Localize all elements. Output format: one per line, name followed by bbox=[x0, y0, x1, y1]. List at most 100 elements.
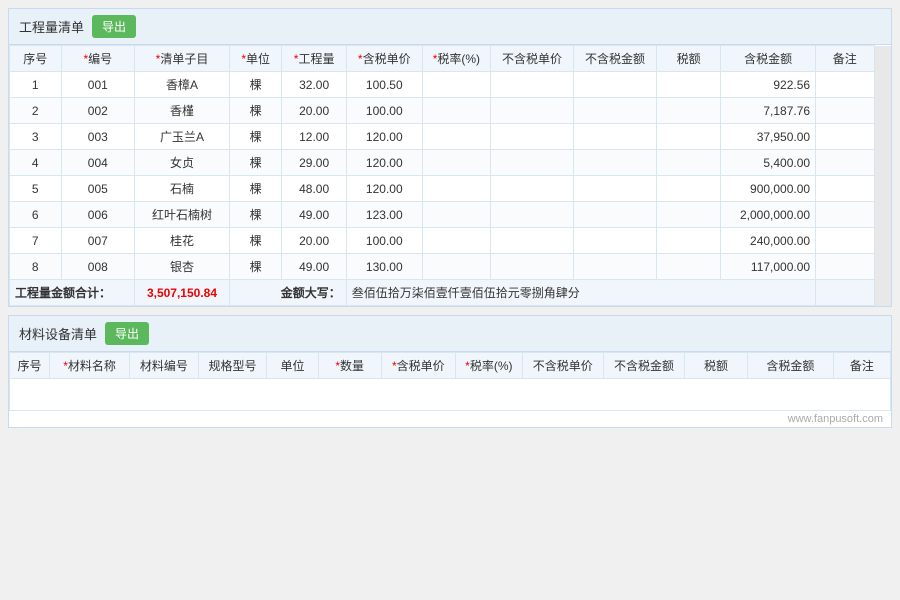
th2-matcode: 材料编号 bbox=[130, 353, 199, 379]
th-notaxamt: 不含税金额 bbox=[573, 46, 656, 72]
list-item: 49.00 bbox=[282, 254, 346, 280]
list-item: 100.00 bbox=[346, 98, 422, 124]
list-item: 8 bbox=[10, 254, 62, 280]
th-taxrate: *税率(%) bbox=[422, 46, 490, 72]
list-item: 4 bbox=[10, 150, 62, 176]
list-item: 100.00 bbox=[346, 228, 422, 254]
footer-total: 3,507,150.84 bbox=[135, 280, 230, 306]
list-item bbox=[816, 228, 874, 254]
scrollbar-cell bbox=[874, 150, 890, 176]
th2-taxrate: *税率(%) bbox=[455, 353, 522, 379]
section2-export-button[interactable]: 导出 bbox=[105, 322, 149, 345]
scrollbar-cell bbox=[874, 124, 890, 150]
list-item: 20.00 bbox=[282, 228, 346, 254]
list-item bbox=[573, 72, 656, 98]
scrollbar-cell bbox=[874, 228, 890, 254]
list-item: 棵 bbox=[229, 150, 282, 176]
table-row: 2002香槿棵20.00100.00 7,187.76 bbox=[10, 98, 891, 124]
th2-matname: *材料名称 bbox=[50, 353, 130, 379]
list-item bbox=[657, 254, 721, 280]
list-item: 12.00 bbox=[282, 124, 346, 150]
th-scrollbar bbox=[874, 46, 890, 72]
list-item bbox=[422, 124, 490, 150]
th2-spec: 规格型号 bbox=[198, 353, 267, 379]
th-taxamt: 含税金额 bbox=[721, 46, 816, 72]
list-item: 香樟A bbox=[135, 72, 230, 98]
table-row: 6006红叶石楠树棵49.00123.002,000,000.00 bbox=[10, 202, 891, 228]
list-item: 1 bbox=[10, 72, 62, 98]
list-item bbox=[657, 202, 721, 228]
list-item bbox=[490, 176, 573, 202]
list-item: 7,187.76 bbox=[721, 98, 816, 124]
list-item bbox=[573, 124, 656, 150]
list-item: 123.00 bbox=[346, 202, 422, 228]
list-item bbox=[657, 228, 721, 254]
list-item bbox=[490, 254, 573, 280]
list-item: 棵 bbox=[229, 124, 282, 150]
table-row: 3003广玉兰A棵12.00120.0037,950.00 bbox=[10, 124, 891, 150]
table-row: 7007桂花棵20.00100.00240,000.00 bbox=[10, 228, 891, 254]
list-item bbox=[816, 176, 874, 202]
list-item: 900,000.00 bbox=[721, 176, 816, 202]
list-item: 004 bbox=[61, 150, 135, 176]
list-item bbox=[816, 150, 874, 176]
list-item: 棵 bbox=[229, 176, 282, 202]
footer-amount-text: 叁佰伍拾万柒佰壹仟壹佰伍拾元零捌角肆分 bbox=[346, 280, 815, 306]
section1-table-wrapper: 序号 *编号 *清单子目 *单位 *工程量 *含税单价 *税率(%) 不含税单价… bbox=[9, 45, 891, 306]
th-item: *清单子目 bbox=[135, 46, 230, 72]
list-item: 5,400.00 bbox=[721, 150, 816, 176]
th2-note: 备注 bbox=[833, 353, 890, 379]
materials-section: 材料设备清单 导出 序号 *材料名称 材料编号 规格型号 单位 *数量 *含税单… bbox=[8, 315, 892, 428]
list-item: 2 bbox=[10, 98, 62, 124]
scrollbar-cell bbox=[874, 176, 890, 202]
th2-seq: 序号 bbox=[10, 353, 50, 379]
list-item: 棵 bbox=[229, 254, 282, 280]
list-item: 001 bbox=[61, 72, 135, 98]
list-item: 32.00 bbox=[282, 72, 346, 98]
list-item bbox=[816, 98, 874, 124]
section1-export-button[interactable]: 导出 bbox=[92, 15, 136, 38]
table-row: 5005石楠棵48.00120.00900,000.00 bbox=[10, 176, 891, 202]
section1-table: 序号 *编号 *清单子目 *单位 *工程量 *含税单价 *税率(%) 不含税单价… bbox=[9, 45, 891, 306]
list-item: 棵 bbox=[229, 228, 282, 254]
footer-note bbox=[816, 280, 874, 306]
footer-scrollbar bbox=[874, 280, 890, 306]
list-item bbox=[490, 150, 573, 176]
list-item: 006 bbox=[61, 202, 135, 228]
scrollbar-cell bbox=[874, 98, 890, 124]
th-note: 备注 bbox=[816, 46, 874, 72]
list-item: 922.56 bbox=[721, 72, 816, 98]
list-item bbox=[816, 72, 874, 98]
list-item: 29.00 bbox=[282, 150, 346, 176]
section2-table: 序号 *材料名称 材料编号 规格型号 单位 *数量 *含税单价 *税率(%) 不… bbox=[9, 352, 891, 411]
th2-taxamt: 含税金额 bbox=[747, 353, 833, 379]
list-item: 130.00 bbox=[346, 254, 422, 280]
list-item: 棵 bbox=[229, 98, 282, 124]
list-item: 7 bbox=[10, 228, 62, 254]
list-item: 20.00 bbox=[282, 98, 346, 124]
list-item: 100.50 bbox=[346, 72, 422, 98]
list-item bbox=[657, 176, 721, 202]
list-item bbox=[816, 202, 874, 228]
list-item: 香槿 bbox=[135, 98, 230, 124]
list-item bbox=[657, 72, 721, 98]
table-row: 4004女贞棵29.00120.005,400.00 bbox=[10, 150, 891, 176]
section1-title: 工程量清单 bbox=[19, 17, 84, 36]
th-unit: *单位 bbox=[229, 46, 282, 72]
footer-amount-label: 金额大写： bbox=[229, 280, 346, 306]
scrollbar-cell bbox=[874, 72, 890, 98]
section2-table-wrapper: 序号 *材料名称 材料编号 规格型号 单位 *数量 *含税单价 *税率(%) 不… bbox=[9, 352, 891, 411]
list-item bbox=[422, 176, 490, 202]
list-item: 6 bbox=[10, 202, 62, 228]
list-item bbox=[422, 202, 490, 228]
list-item bbox=[422, 228, 490, 254]
list-item bbox=[490, 72, 573, 98]
section2-header-row: 序号 *材料名称 材料编号 规格型号 单位 *数量 *含税单价 *税率(%) 不… bbox=[10, 353, 891, 379]
list-item: 女贞 bbox=[135, 150, 230, 176]
list-item: 007 bbox=[61, 228, 135, 254]
list-item: 棵 bbox=[229, 202, 282, 228]
list-item: 002 bbox=[61, 98, 135, 124]
engineering-qty-section: 工程量清单 导出 序号 *编号 *清单子目 *单位 *工程量 *含税单价 *税率… bbox=[8, 8, 892, 307]
list-item: 120.00 bbox=[346, 176, 422, 202]
table-row: 1001香樟A棵32.00100.50922.56 bbox=[10, 72, 891, 98]
